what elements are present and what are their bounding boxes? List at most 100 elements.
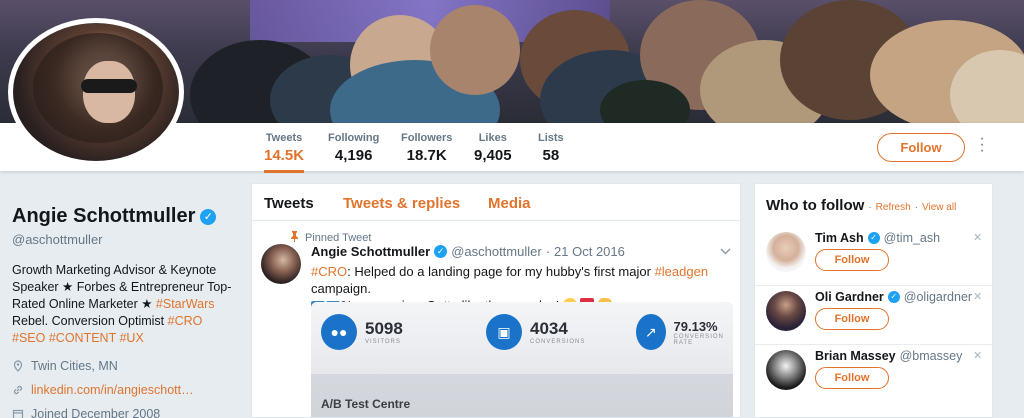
stat-value: 14.5K [264, 147, 305, 164]
stat-value: 58 [542, 147, 560, 164]
profile-avatar[interactable] [8, 18, 184, 166]
stat-value: 9,405 [474, 147, 512, 164]
tweet-author-name[interactable]: Angie Schottmuller [311, 244, 430, 259]
media-stat-number: 79.13% [673, 318, 718, 334]
suggestion-handle[interactable]: @bmassey [900, 349, 963, 363]
tweet-header: Angie Schottmuller ✓ @aschottmuller · 21… [311, 244, 625, 259]
media-caption: A/B Test Centre [321, 397, 411, 411]
stat-lists[interactable]: Lists 58 [538, 132, 564, 164]
stat-label: Followers [401, 132, 453, 144]
media-stat-number: 4034 [530, 319, 568, 338]
verified-badge-icon: ✓ [200, 208, 217, 225]
stat-label: Following [328, 132, 380, 144]
profile-photo [13, 23, 179, 161]
stat-followers[interactable]: Followers 18.7K [401, 132, 452, 164]
hashtag-link[interactable]: #SEO [12, 331, 45, 345]
stat-likes[interactable]: Likes 9,405 [474, 132, 512, 164]
timeline: Tweets Tweets & replies Media Pinned Twe… [251, 183, 741, 418]
media-stat-label: CONVERSIONS [530, 339, 586, 345]
stat-tweets[interactable]: Tweets 14.5K [264, 132, 305, 173]
profile-location: Twin Cities, MN [12, 359, 237, 373]
verified-badge-icon: ✓ [867, 232, 880, 244]
pinned-text: Pinned Tweet [305, 232, 372, 244]
website-link[interactable]: linkedin.com/in/angieschott… [31, 383, 194, 397]
suggestion-name[interactable]: Oli Gardner [815, 290, 884, 304]
refresh-link[interactable]: Refresh [876, 202, 911, 213]
hashtag-link[interactable]: #CRO [311, 264, 347, 279]
profile-name-row: Angie Schottmuller ✓ [12, 205, 237, 228]
location-pin-icon [12, 360, 24, 372]
tweet-line-1: #CRO: Helped do a landing page for my hu… [311, 263, 731, 297]
who-to-follow-title: Who to follow [766, 197, 865, 214]
suggestion-handle[interactable]: @oligardner [904, 290, 972, 304]
suggestion-handle[interactable]: @tim_ash [884, 231, 940, 245]
link-icon [12, 384, 24, 396]
suggestion-follow-button[interactable]: Follow [815, 308, 889, 330]
suggestion-name[interactable]: Brian Massey [815, 349, 896, 363]
suggestion-avatar[interactable] [766, 350, 806, 390]
suggestion-name[interactable]: Tim Ash [815, 231, 864, 245]
tab-tweets-replies[interactable]: Tweets & replies [343, 195, 460, 212]
tweet-separator: · [545, 244, 551, 259]
suggestion-tim-ash: Tim Ash ✓ @tim_ash ✕ Follow [755, 228, 992, 286]
who-to-follow-panel: Who to follow · Refresh · View all Tim A… [754, 183, 993, 418]
visitors-icon: ●● [321, 314, 357, 350]
suggestion-name-row: Oli Gardner ✓ @oligardner [815, 290, 972, 304]
suggestion-brian-massey: Brian Massey @bmassey ✕ Follow [755, 346, 992, 404]
profile-handle: @aschottmuller [12, 232, 103, 247]
who-to-follow-header: Who to follow · Refresh · View all [766, 197, 956, 214]
close-icon[interactable]: ✕ [973, 290, 982, 303]
profile-bio: Growth Marketing Advisor & Keynote Speak… [12, 262, 237, 347]
profile-website[interactable]: linkedin.com/in/angieschott… [12, 383, 237, 397]
profile-name: Angie Schottmuller [12, 205, 196, 227]
media-stat-number: 5098 [365, 319, 403, 338]
suggestion-avatar[interactable] [766, 291, 806, 331]
conversions-icon: ▣ [486, 314, 522, 350]
close-icon[interactable]: ✕ [973, 231, 982, 244]
joined-text: Joined December 2008 [31, 407, 161, 418]
verified-badge-icon: ✓ [887, 291, 900, 303]
text-segment: campaign. [311, 281, 371, 296]
stat-label: Likes [478, 132, 507, 144]
tab-tweets[interactable]: Tweets [264, 195, 314, 212]
close-icon[interactable]: ✕ [973, 349, 982, 362]
stat-value: 18.7K [406, 147, 447, 164]
hashtag-link[interactable]: #CRO [168, 314, 203, 328]
suggestion-name-row: Tim Ash ✓ @tim_ash [815, 231, 940, 245]
hashtag-link[interactable]: #UX [119, 331, 143, 345]
trend-chart-icon: ↗ [636, 314, 666, 350]
follow-button[interactable]: Follow [877, 133, 965, 162]
stat-label: Tweets [265, 132, 303, 144]
stat-following[interactable]: Following 4,196 [328, 132, 379, 164]
chevron-down-icon[interactable] [720, 246, 731, 258]
profile-card: Angie Schottmuller ✓ @aschottmuller Grow… [12, 205, 237, 418]
hashtag-link[interactable]: #leadgen [655, 264, 709, 279]
suggestion-follow-button[interactable]: Follow [815, 367, 889, 389]
tweet-avatar[interactable] [261, 244, 301, 284]
suggestion-avatar[interactable] [766, 232, 806, 272]
more-dots-icon[interactable]: · · · [976, 131, 988, 159]
media-stat-conversions: ▣ 4034 CONVERSIONS [486, 314, 585, 350]
separator-dot: · [868, 202, 872, 213]
view-all-link[interactable]: View all [922, 202, 956, 213]
hashtag-link[interactable]: #StarWars [156, 297, 215, 311]
pinned-label: Pinned Tweet [290, 231, 371, 245]
tweet-date[interactable]: 21 Oct 2016 [554, 244, 625, 259]
media-stat-label: VISITORS [365, 339, 401, 345]
timeline-tabs: Tweets Tweets & replies Media [252, 184, 740, 221]
hashtag-link[interactable]: #CONTENT [49, 331, 116, 345]
text-segment: : Helped do a landing page for my hubby'… [347, 264, 655, 279]
media-stat-rate: ↗ 79.13% CONVERSION RATE [636, 314, 733, 350]
verified-badge-icon: ✓ [434, 245, 448, 258]
tweet-author-handle[interactable]: @aschottmuller [451, 244, 542, 259]
profile-joined: Joined December 2008 [12, 407, 237, 418]
calendar-icon [12, 408, 24, 418]
stat-value: 4,196 [334, 147, 373, 164]
tweet-media-image[interactable]: ●● 5098 VISITORS ▣ 4034 CONVERSIONS ↗ 79.1… [311, 302, 733, 417]
suggestion-follow-button[interactable]: Follow [815, 249, 889, 271]
suggestion-name-row: Brian Massey @bmassey [815, 349, 962, 363]
tab-media[interactable]: Media [488, 195, 531, 212]
suggestion-oli-gardner: Oli Gardner ✓ @oligardner ✕ Follow [755, 287, 992, 345]
stat-label: Lists [538, 132, 564, 144]
text-segment: Rebel. Conversion Optimist [12, 314, 168, 328]
